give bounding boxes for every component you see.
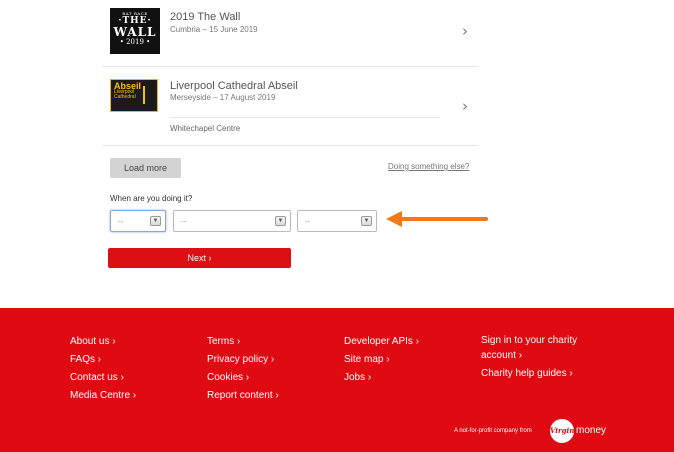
thumb-year-text: • 2019 • [119,38,151,46]
footer-tagline: A not-for-profit company from [454,428,532,434]
dropdown-arrow-icon[interactable]: ▼ [150,216,161,226]
abseil-figure-icon [143,86,153,104]
dropdown-arrow-icon[interactable]: ▼ [275,216,286,226]
month-select[interactable]: -- ▼ [173,210,291,232]
event-charity: Whitechapel Centre [170,124,241,133]
event-thumbnail: Abseil Liverpool Cathedral [110,79,158,112]
orange-arrow-icon [386,211,488,227]
footer-column-3: Developer APIs › Site map › Jobs › [344,333,419,387]
event-title: Liverpool Cathedral Abseil [170,80,298,92]
event-item-wall[interactable]: RAT RACE ·THE· WALL • 2019 • 2019 The Wa… [102,0,478,67]
thumb-abseil-subtext: Liverpool Cathedral [114,89,136,100]
day-select-value: -- [118,217,124,226]
footer-column-2: Terms › Privacy policy › Cookies › Repor… [207,333,279,405]
footer-link-media-centre[interactable]: Media Centre › [70,387,136,405]
footer-link-about-us[interactable]: About us › [70,333,136,351]
thumb-wall-text: WALL [113,25,157,39]
event-subtitle: Merseyside – 17 August 2019 [170,93,276,102]
year-select[interactable]: -- ▼ [297,210,377,232]
event-item-abseil[interactable]: Abseil Liverpool Cathedral Liverpool Cath… [102,67,478,146]
virgin-logo-icon: Virgin [550,419,574,443]
footer-link-report-content[interactable]: Report content › [207,387,279,405]
footer-link-charity-help-guides[interactable]: Charity help guides › [481,366,601,381]
footer-link-site-map[interactable]: Site map › [344,351,419,369]
divider [170,117,440,118]
page: RAT RACE ·THE· WALL • 2019 • 2019 The Wa… [0,0,674,452]
chevron-right-icon[interactable]: › [462,22,468,40]
next-button[interactable]: Next › [108,248,291,268]
month-select-value: -- [181,217,187,226]
event-subtitle: Cumbria – 15 June 2019 [170,25,258,34]
doing-something-else-link[interactable]: Doing something else? [388,162,469,171]
footer-link-contact-us[interactable]: Contact us › [70,369,136,387]
footer-link-terms[interactable]: Terms › [207,333,279,351]
footer-link-cookies[interactable]: Cookies › [207,369,279,387]
footer: About us › FAQs › Contact us › Media Cen… [0,308,674,452]
footer-column-1: About us › FAQs › Contact us › Media Cen… [70,333,136,405]
money-wordmark: money [576,425,607,436]
footer-link-privacy-policy[interactable]: Privacy policy › [207,351,279,369]
when-label: When are you doing it? [110,194,193,203]
footer-link-faqs[interactable]: FAQs › [70,351,136,369]
footer-link-developer-apis[interactable]: Developer APIs › [344,333,419,351]
footer-column-4: Sign in to your charity account › Charit… [481,333,601,384]
day-select[interactable]: -- ▼ [110,210,166,232]
event-thumbnail: RAT RACE ·THE· WALL • 2019 • [110,8,160,54]
chevron-right-icon[interactable]: › [462,97,468,115]
dropdown-arrow-icon[interactable]: ▼ [361,216,372,226]
year-select-value: -- [305,217,311,226]
load-more-button[interactable]: Load more [110,158,181,178]
event-title: 2019 The Wall [170,11,241,23]
footer-link-jobs[interactable]: Jobs › [344,369,419,387]
footer-link-charity-sign-in[interactable]: Sign in to your charity account › [481,333,601,363]
